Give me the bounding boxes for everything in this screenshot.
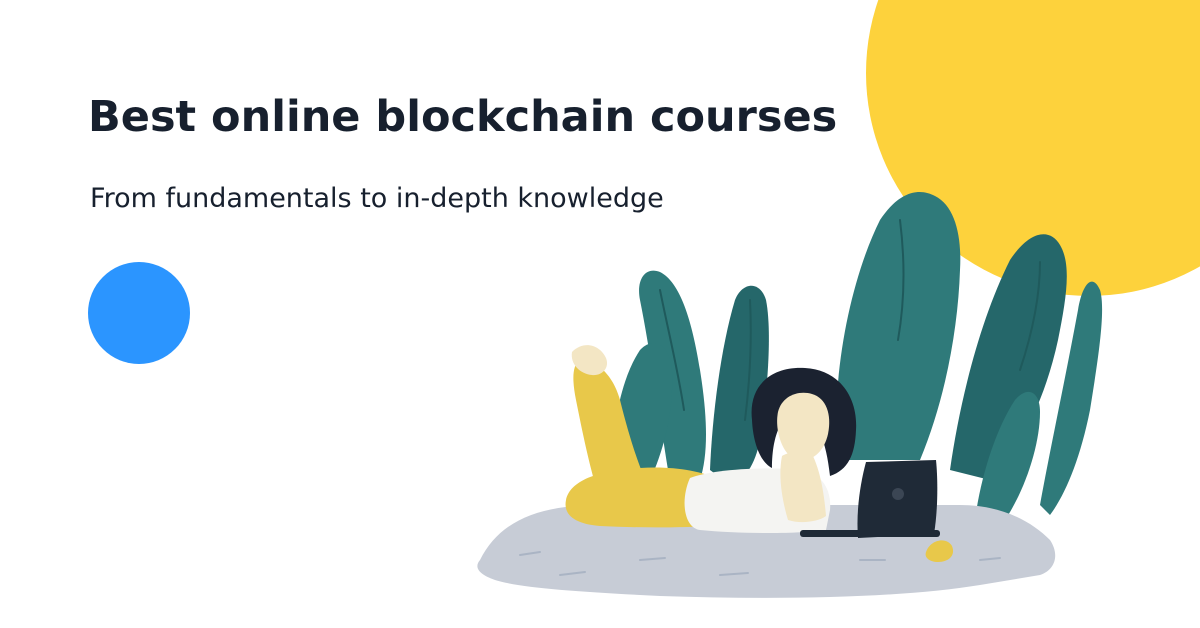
laptop-logo-icon bbox=[892, 488, 904, 500]
woman-arms bbox=[780, 451, 826, 523]
banner-canvas: Best online blockchain courses From fund… bbox=[0, 0, 1200, 628]
woman-face bbox=[777, 392, 830, 461]
blue-dot-decoration bbox=[88, 262, 190, 364]
laptop-base bbox=[800, 530, 940, 537]
page-title: Best online blockchain courses bbox=[88, 92, 838, 142]
page-subtitle: From fundamentals to in-depth knowledge bbox=[90, 183, 664, 214]
